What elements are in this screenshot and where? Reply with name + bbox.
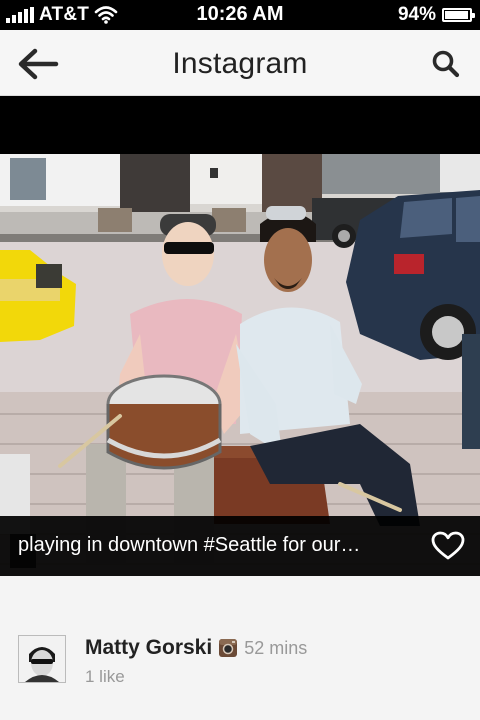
- search-button[interactable]: [424, 42, 468, 86]
- avatar[interactable]: [18, 635, 66, 683]
- heart-outline-icon: [431, 531, 465, 560]
- nav-bar: Instagram: [0, 30, 480, 96]
- carrier-name: AT&T: [39, 4, 90, 25]
- like-count[interactable]: 1 like: [85, 667, 125, 687]
- battery-fill: [445, 11, 468, 19]
- user-line: Matty Gorski 52 mins: [85, 636, 307, 660]
- instagram-camera-icon: [219, 639, 238, 657]
- signal-strength-icon: [6, 7, 34, 23]
- search-icon: [432, 50, 460, 78]
- post-timestamp: 52 mins: [244, 637, 308, 658]
- status-left: AT&T: [6, 4, 118, 26]
- caption-bar: playing in downtown #Seattle for our…: [0, 516, 480, 576]
- battery-icon: [442, 8, 475, 22]
- avatar-image: [19, 636, 65, 682]
- status-right: 94%: [397, 4, 475, 26]
- post-photo-area: playing in downtown #Seattle for our…: [0, 96, 480, 576]
- post-photo[interactable]: [0, 154, 480, 576]
- status-bar: AT&T 10:26 AM 94%: [0, 0, 480, 30]
- page-title: Instagram: [172, 47, 308, 80]
- post-meta: Matty Gorski 52 mins 1 like: [0, 576, 480, 720]
- battery-percentage: 94%: [397, 4, 436, 25]
- wifi-icon: [94, 6, 118, 24]
- username[interactable]: Matty Gorski: [85, 636, 212, 660]
- post-caption[interactable]: playing in downtown #Seattle for our…: [18, 534, 398, 557]
- like-button[interactable]: [428, 526, 468, 566]
